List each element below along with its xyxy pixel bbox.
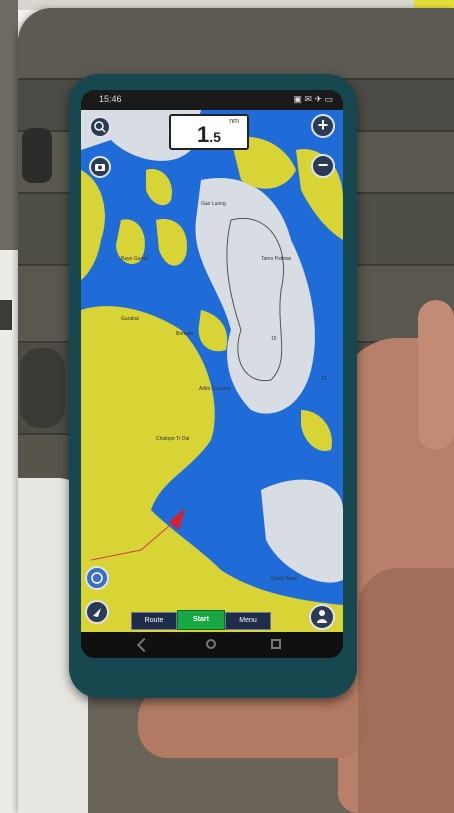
search-button[interactable] (89, 116, 111, 138)
status-bar: 15:46 ▣ ✉ ✈ ▭ (81, 90, 343, 110)
background-left-mid (0, 300, 12, 330)
camera-button[interactable] (89, 156, 111, 178)
map-label: Gurabal (121, 316, 139, 322)
zoom-in-button[interactable]: + (311, 114, 335, 138)
person-icon (317, 610, 327, 623)
gps-button[interactable] (85, 600, 109, 624)
home-icon[interactable] (206, 639, 216, 649)
menu-label: Menu (239, 617, 257, 624)
map-label: Guolo Bano (271, 576, 298, 582)
background-left-strip (0, 0, 18, 813)
background-shoe (20, 348, 65, 428)
zoom-scale-box: nm 1.5 (169, 114, 249, 150)
compass-button[interactable] (85, 566, 109, 590)
navigation-arrow-icon (93, 608, 101, 617)
phone: 15:46 ▣ ✉ ✈ ▭ Arlito Da Lima Chalopo Tr … (69, 74, 357, 698)
bottom-tab-bar: Route Start Menu (131, 610, 281, 630)
background-object (22, 128, 52, 183)
background-left-dark (0, 0, 18, 250)
camera-icon (95, 164, 105, 171)
route-button[interactable]: Route (131, 612, 177, 630)
zoom-unit: nm (229, 118, 239, 125)
nautical-map[interactable]: Arlito Da Lima Chalopo Tr Dai Gurabal Ta… (81, 110, 343, 632)
photo-scene: 15:46 ▣ ✉ ✈ ▭ Arlito Da Lima Chalopo Tr … (0, 0, 454, 813)
map-canvas: Arlito Da Lima Chalopo Tr Dai Gurabal Ta… (81, 110, 343, 632)
status-icons: ▣ ✉ ✈ ▭ (293, 94, 333, 104)
minus-icon: − (317, 155, 329, 175)
map-label: Bayo Gama (121, 256, 148, 262)
hand-shadow (358, 568, 454, 813)
deck-plank (18, 8, 454, 80)
map-label: Chalopo Tr Dai (156, 436, 189, 442)
zoom-value: 1.5 (197, 122, 221, 148)
map-label: Bonado (176, 331, 193, 337)
start-label: Start (193, 616, 209, 623)
thumb (418, 300, 454, 450)
zoom-value-decimal: .5 (209, 129, 221, 145)
menu-button[interactable]: Menu (225, 612, 271, 630)
android-navigation-bar (81, 632, 343, 658)
zoom-value-main: 1 (197, 122, 210, 147)
zoom-out-button[interactable]: − (311, 154, 335, 178)
phone-screen: 15:46 ▣ ✉ ✈ ▭ Arlito Da Lima Chalopo Tr … (81, 90, 343, 658)
map-label: Arlito Da Lima (199, 386, 231, 392)
fingers (138, 688, 368, 758)
person-button[interactable] (309, 604, 335, 630)
depth-label: 15 (271, 336, 277, 342)
search-icon (94, 121, 106, 133)
status-time: 15:46 (99, 94, 122, 104)
route-label: Route (144, 617, 164, 624)
compass-icon (91, 572, 103, 584)
depth-label: 12 (321, 376, 327, 382)
back-icon[interactable] (136, 637, 152, 653)
map-label: Tamo Palmas (261, 256, 292, 262)
start-button[interactable]: Start (177, 610, 225, 630)
plus-icon: + (317, 115, 329, 135)
map-label: Gao Luong (201, 201, 226, 207)
recents-icon[interactable] (271, 639, 281, 649)
